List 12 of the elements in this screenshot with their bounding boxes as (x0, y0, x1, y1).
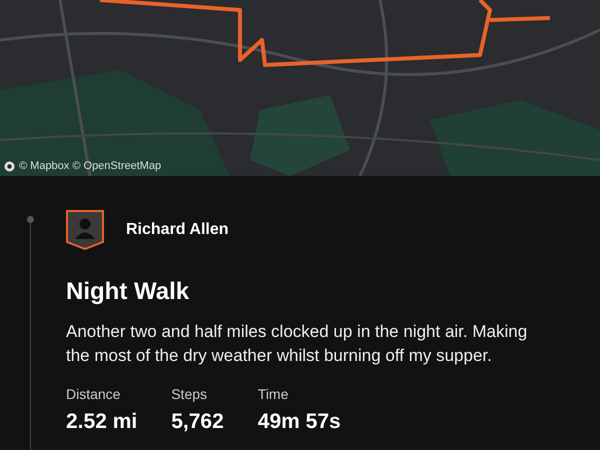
stat-label: Time (258, 386, 290, 402)
logo-icon (4, 160, 15, 172)
stat-value: 49m 57s (258, 410, 341, 434)
avatar-icon[interactable] (66, 210, 104, 250)
activity-title: Night Walk (66, 278, 190, 306)
athlete-name[interactable]: Richard Allen (126, 221, 229, 239)
stat-label: Distance (66, 386, 122, 402)
stat-value: 5,762 (171, 410, 224, 434)
map-attribution[interactable]: © Mapbox © OpenStreetMap (19, 160, 162, 172)
stat-value: 2.52 mi (66, 410, 138, 434)
activity-description: Another two and half miles clocked up in the night air. Making the most of the dry weather whilst burning off my supper. (66, 321, 528, 367)
stat-label: Steps (171, 386, 208, 402)
